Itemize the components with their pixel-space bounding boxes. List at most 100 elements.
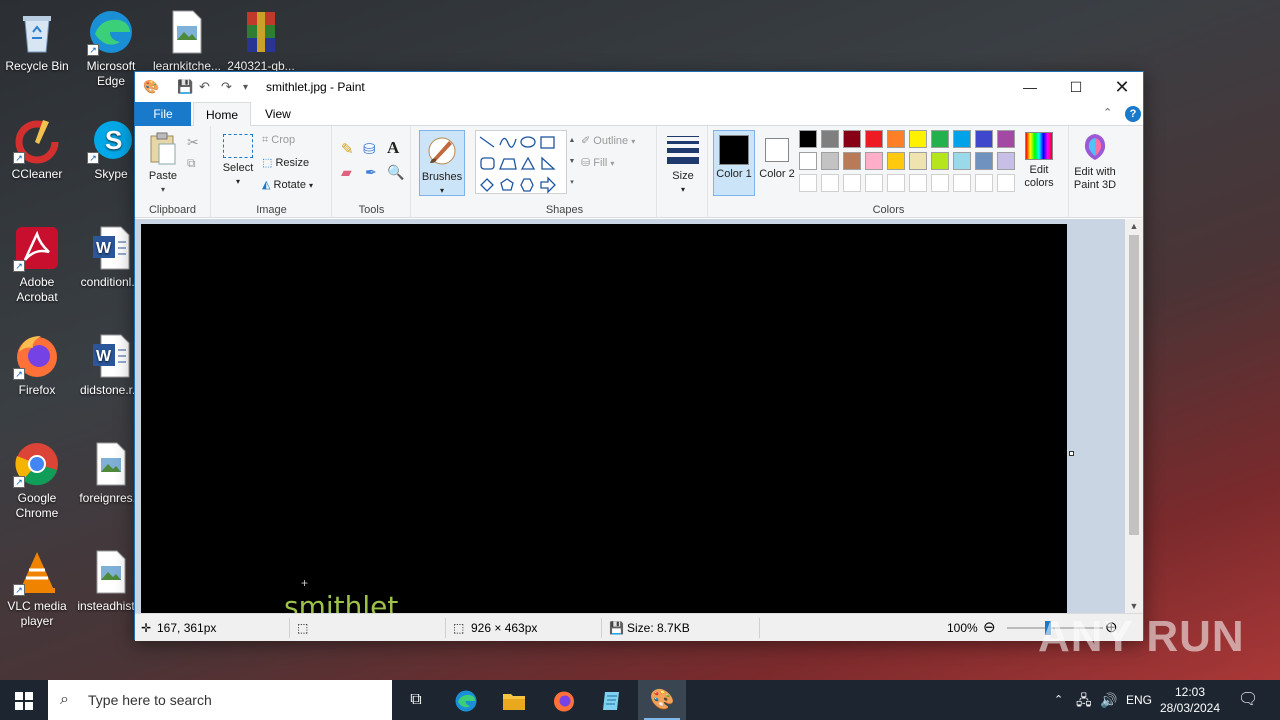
desktop-icon-firefox[interactable]: ↗ Firefox: [0, 332, 74, 398]
zoom-out-icon[interactable]: ⊖: [983, 618, 996, 636]
desktop-icon-chrome[interactable]: ↗ Google Chrome: [0, 440, 74, 521]
start-button[interactable]: [0, 680, 48, 720]
custom-color-slot[interactable]: [821, 174, 839, 192]
color-swatch[interactable]: [931, 130, 949, 148]
resize-button[interactable]: ⬚ Resize: [262, 156, 309, 169]
clock[interactable]: 12:03 28/03/2024: [1150, 684, 1230, 716]
file-explorer-icon[interactable]: [490, 680, 538, 720]
vertical-scrollbar[interactable]: ▲ ▼: [1125, 219, 1143, 613]
color-swatch[interactable]: [799, 152, 817, 170]
crosshair-cursor-icon: +: [301, 576, 309, 590]
color-swatch[interactable]: [821, 152, 839, 170]
paste-button[interactable]: Paste ▾: [143, 132, 183, 196]
custom-color-slot[interactable]: [843, 174, 861, 192]
taskbar-paint-icon[interactable]: 🎨: [638, 680, 686, 720]
canvas-resize-handle[interactable]: [1069, 451, 1074, 456]
notifications-icon[interactable]: 🗨: [1238, 680, 1258, 720]
undo-icon[interactable]: ↶: [199, 79, 210, 95]
tab-view[interactable]: View: [253, 102, 303, 126]
color-swatch[interactable]: [843, 152, 861, 170]
cut-icon[interactable]: ✂: [187, 134, 199, 151]
redo-icon[interactable]: ↷: [221, 79, 232, 95]
color-swatch[interactable]: [975, 130, 993, 148]
image-canvas[interactable]: + smithlet: [141, 224, 1067, 613]
custom-color-slot[interactable]: [909, 174, 927, 192]
edit-colors-button[interactable]: Edit colors: [1017, 130, 1061, 190]
scrollbar-thumb[interactable]: [1129, 235, 1139, 535]
custom-color-slot[interactable]: [887, 174, 905, 192]
language-indicator[interactable]: ENG: [1126, 680, 1152, 720]
color-swatch[interactable]: [865, 152, 883, 170]
help-icon[interactable]: ?: [1125, 106, 1141, 122]
recycle-bin-icon: [13, 8, 61, 56]
tab-home[interactable]: Home: [193, 102, 252, 127]
custom-color-slot[interactable]: [931, 174, 949, 192]
crop-button[interactable]: ⌗ Crop: [262, 134, 295, 147]
notepad-icon[interactable]: [588, 680, 636, 720]
color-swatch[interactable]: [909, 152, 927, 170]
shape-gallery-icons[interactable]: [476, 131, 568, 195]
eraser-icon[interactable]: ▰: [341, 164, 352, 181]
scroll-down-icon[interactable]: ▼: [1125, 601, 1143, 611]
color-swatch[interactable]: [997, 130, 1015, 148]
size-dropdown-icon: ▾: [680, 185, 685, 194]
customize-quick-access-icon[interactable]: ▾: [243, 82, 248, 93]
custom-color-slot[interactable]: [997, 174, 1015, 192]
color-swatch[interactable]: [997, 152, 1015, 170]
scroll-up-icon[interactable]: ▲: [1125, 221, 1143, 231]
size-button[interactable]: Size ▾: [662, 132, 704, 196]
text-tool-icon[interactable]: A: [387, 138, 399, 158]
taskbar-edge-icon[interactable]: [442, 680, 490, 720]
color-swatch[interactable]: [887, 130, 905, 148]
color1-button[interactable]: Color 1: [713, 130, 755, 196]
colors-group-label: Colors: [872, 204, 905, 216]
fill-button[interactable]: ⛁ Fill ▾: [581, 156, 614, 169]
copy-icon[interactable]: ⧉: [187, 156, 196, 171]
select-button[interactable]: Select ▾: [218, 134, 258, 188]
desktop-icon-recycle-bin[interactable]: Recycle Bin: [0, 8, 74, 74]
maximize-button[interactable]: ☐: [1053, 72, 1099, 102]
color-swatch[interactable]: [821, 130, 839, 148]
color-picker-icon[interactable]: ✒: [365, 164, 377, 181]
minimize-button[interactable]: —: [1007, 72, 1053, 102]
pencil-icon[interactable]: ✎: [341, 140, 354, 158]
color-swatch[interactable]: [843, 130, 861, 148]
custom-color-slot[interactable]: [865, 174, 883, 192]
task-view-icon[interactable]: ⧉: [392, 680, 440, 720]
color-swatch[interactable]: [953, 152, 971, 170]
desktop-icon-vlc[interactable]: ↗ VLC media player: [0, 548, 74, 629]
custom-color-slot[interactable]: [799, 174, 817, 192]
magnifier-icon[interactable]: 🔍: [387, 164, 404, 181]
close-button[interactable]: ✕: [1099, 72, 1145, 102]
color-swatch[interactable]: [909, 130, 927, 148]
color-swatch[interactable]: [865, 130, 883, 148]
paint-app-icon[interactable]: 🎨: [143, 79, 159, 95]
color2-button[interactable]: Color 2: [757, 130, 797, 181]
collapse-ribbon-icon[interactable]: ⌃: [1103, 106, 1112, 119]
shapes-scroll[interactable]: ▲ ▼ ▾: [567, 130, 577, 194]
color-swatch[interactable]: [887, 152, 905, 170]
network-icon[interactable]: 🖧: [1076, 680, 1092, 720]
tab-file[interactable]: File: [135, 102, 191, 126]
desktop-icon-acrobat[interactable]: ↗ Adobe Acrobat: [0, 224, 74, 305]
brushes-button[interactable]: Brushes ▾: [419, 130, 465, 196]
color-swatch[interactable]: [799, 130, 817, 148]
desktop-icon-ccleaner[interactable]: ↗ CCleaner: [0, 116, 74, 182]
color-swatch[interactable]: [953, 130, 971, 148]
edit-with-paint3d-button[interactable]: Edit with Paint 3D: [1069, 132, 1121, 192]
taskbar-search-box[interactable]: ⌕ Type here to search: [48, 680, 392, 720]
fill-bucket-icon[interactable]: ⛁: [363, 140, 376, 158]
desktop-icon-winrar[interactable]: 240321-qb...: [224, 8, 298, 74]
taskbar-firefox-icon[interactable]: [540, 680, 588, 720]
color-swatch[interactable]: [975, 152, 993, 170]
show-hidden-icons-icon[interactable]: ⌃: [1054, 680, 1063, 720]
outline-button[interactable]: ✐ Outline ▾: [581, 134, 635, 147]
custom-color-slot[interactable]: [975, 174, 993, 192]
desktop-icon-learnkitche[interactable]: learnkitche...: [150, 8, 224, 74]
color-swatch[interactable]: [931, 152, 949, 170]
canvas-workspace[interactable]: + smithlet: [135, 219, 1125, 613]
custom-color-slot[interactable]: [953, 174, 971, 192]
rotate-button[interactable]: ◭ Rotate ▾: [262, 178, 313, 191]
save-icon[interactable]: 💾: [177, 79, 193, 95]
volume-icon[interactable]: 🔊: [1100, 680, 1117, 720]
